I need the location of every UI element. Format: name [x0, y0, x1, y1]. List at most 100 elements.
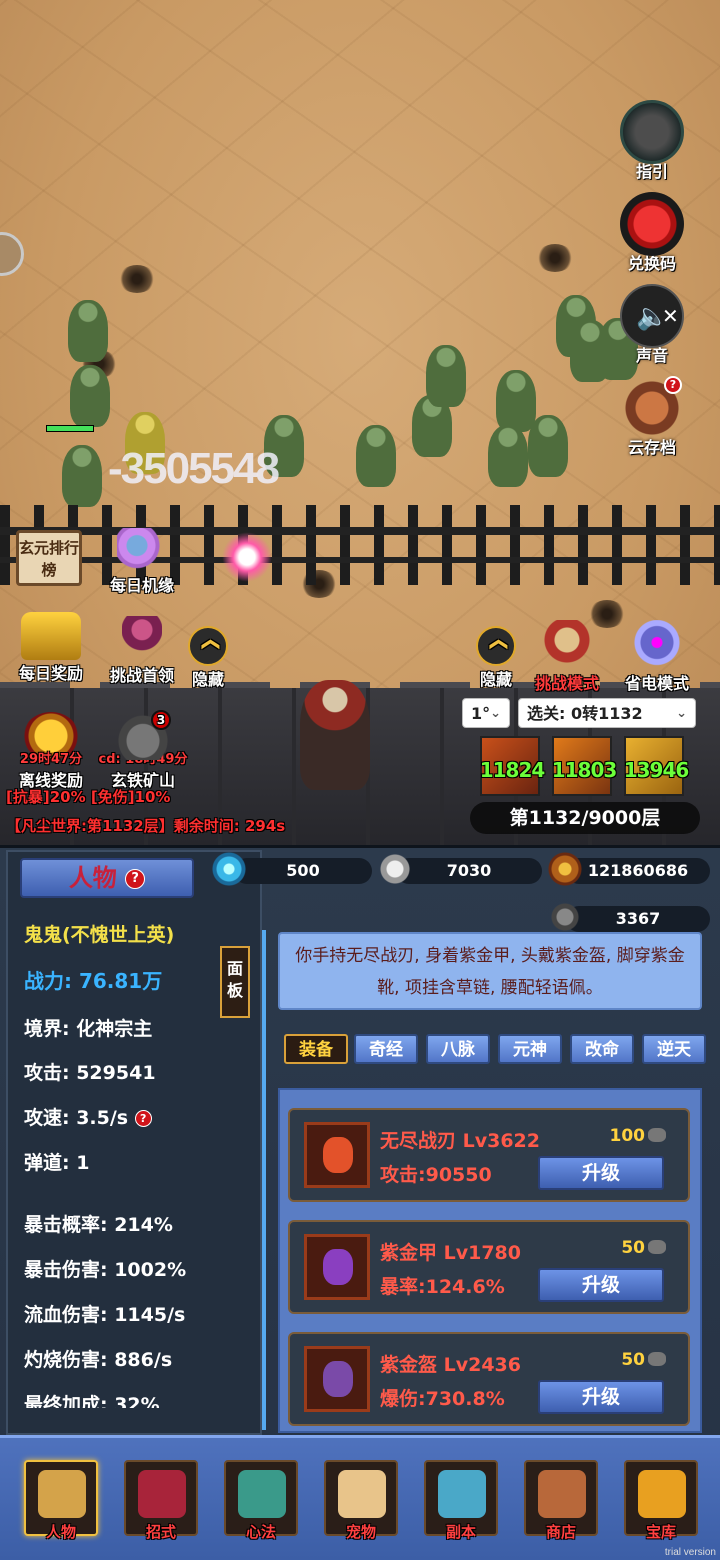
- enemy-soldier: [356, 425, 396, 487]
- watermark: trial version: [664, 1547, 716, 1558]
- tab-soul[interactable]: 元神: [498, 1034, 562, 1064]
- ranking-label: 玄元排行榜: [19, 539, 80, 579]
- gift-box-icon: [620, 192, 684, 256]
- cloud-save-button[interactable]: ? 云存档: [612, 376, 692, 458]
- hide-left-label: 隐藏: [191, 670, 224, 689]
- challenge-boss-button[interactable]: 挑战首领: [100, 616, 184, 686]
- enemy-soldier: [528, 415, 568, 477]
- challenge-boss-label: 挑战首领: [109, 666, 174, 685]
- column-divider: [262, 930, 266, 1430]
- panel-toggle-button[interactable]: 面板: [220, 946, 250, 1018]
- mine-count-badge: 3: [151, 710, 171, 730]
- rooster-icon: [117, 528, 167, 572]
- help-question-icon[interactable]: ?: [125, 869, 146, 889]
- nav-character[interactable]: 人物: [24, 1460, 98, 1541]
- power-save-mode-button[interactable]: 省电模式: [614, 620, 700, 694]
- mine-button[interactable]: 3 cd: 18时49分 玄铁矿山: [98, 710, 188, 791]
- chevron-down-icon: ⌄: [676, 706, 687, 721]
- nav-dungeon[interactable]: 副本: [424, 1460, 498, 1541]
- buff-line: [抗暴]20% [免伤]10%: [6, 788, 171, 806]
- speaker-muted-icon: 🔈 ✕: [620, 284, 684, 348]
- dungeon-island-icon: [438, 1470, 486, 1518]
- upgrade-cost: 50: [621, 1238, 666, 1258]
- panel-tag-label: 面板: [226, 959, 243, 1000]
- equipment-item: 紫金盔 Lv2436 爆伤:730.8% 50 升级: [288, 1332, 690, 1426]
- treasure-coin-icon: [638, 1470, 686, 1518]
- skill-slot-3[interactable]: 13946: [624, 736, 689, 796]
- nav-mind-method[interactable]: 心法: [224, 1460, 298, 1541]
- demon-boss-icon: [122, 616, 162, 662]
- upgrade-cost: 50: [621, 1350, 666, 1370]
- sound-toggle-button[interactable]: 🔈 ✕ 声音: [612, 284, 692, 366]
- skill-cooldown: 13946: [623, 758, 690, 782]
- spirit-resource: 500: [234, 858, 372, 884]
- ranking-board-button[interactable]: 玄元排行榜: [16, 530, 82, 586]
- hide-left-button[interactable]: 隐藏: [184, 626, 232, 690]
- speed-select-value: 1°: [471, 704, 491, 723]
- help-question-icon[interactable]: ?: [134, 1110, 152, 1127]
- nav-skills[interactable]: 招式: [124, 1460, 198, 1541]
- offline-reward-button[interactable]: 29时47分 离线奖励: [10, 712, 92, 791]
- skill-slot-1[interactable]: 11824: [480, 736, 545, 796]
- nav-shop[interactable]: 商店: [524, 1460, 598, 1541]
- nav-label: 副本: [445, 1523, 476, 1541]
- daily-chance-button[interactable]: 每日机缘: [100, 528, 184, 596]
- nav-pet[interactable]: 宠物: [324, 1460, 398, 1541]
- character-tab-label: 人物: [68, 864, 117, 892]
- guide-button[interactable]: 指引: [612, 100, 692, 182]
- equipment-name: 无尽战刃 Lv3622: [380, 1130, 540, 1152]
- scroll-chest-icon: ?: [620, 376, 684, 440]
- treasure-chest-icon: [21, 612, 81, 660]
- attack-spark: [222, 532, 272, 582]
- daily-reward-button[interactable]: 每日奖励: [10, 612, 92, 684]
- power-save-label: 省电模式: [624, 674, 689, 693]
- ore-icon: [648, 1240, 666, 1254]
- tab-defy-heaven[interactable]: 逆天: [642, 1034, 706, 1064]
- war-drum-icon: [539, 620, 595, 670]
- bleed-damage-stat: 流血伤害: 1145/s: [24, 1304, 186, 1326]
- upgrade-button[interactable]: 升级: [538, 1268, 664, 1302]
- burn-damage-stat: 灼烧伤害: 886/s: [24, 1349, 173, 1371]
- skill-cooldown: 11824: [479, 758, 546, 782]
- challenge-mode-button[interactable]: 挑战模式: [526, 620, 608, 694]
- challenge-mode-label: 挑战模式: [534, 674, 599, 693]
- collapse-arrow-icon: [476, 626, 516, 666]
- tab-meridian[interactable]: 奇经: [354, 1034, 418, 1064]
- attack-speed-row: 攻速: 3.5/s ?: [24, 1103, 152, 1130]
- equipment-stat: 暴率:124.6%: [380, 1276, 505, 1298]
- skill-slot-2[interactable]: 11803: [552, 736, 617, 796]
- ore-icon: [648, 1352, 666, 1366]
- equipment-name: 紫金盔 Lv2436: [380, 1354, 521, 1376]
- character-tab[interactable]: 人物 ?: [20, 858, 194, 898]
- tab-eight-channels[interactable]: 八脉: [426, 1034, 490, 1064]
- floor-progress: 第1132/9000层: [470, 802, 700, 834]
- redeem-code-button[interactable]: 兑换码: [612, 192, 692, 274]
- tab-equipment[interactable]: 装备: [284, 1034, 348, 1064]
- offline-timer: 29时47分: [19, 752, 83, 767]
- method-book-icon: [238, 1470, 286, 1518]
- hide-right-button[interactable]: 隐藏: [472, 626, 520, 690]
- ore-icon: [648, 1128, 666, 1142]
- nav-treasury[interactable]: 宝库: [624, 1460, 698, 1541]
- world-timer-line: 【凡尘世界:第1132层】剩余时间: 294s: [6, 817, 286, 835]
- skill-cooldown: 11803: [551, 758, 618, 782]
- character-name: 鬼鬼(不愧世上英): [24, 924, 175, 946]
- shop-chest-icon: [538, 1470, 586, 1518]
- ore-rock-icon: 3: [115, 710, 171, 760]
- tab-fate[interactable]: 改命: [570, 1034, 634, 1064]
- crit-damage-stat: 暴击伤害: 1002%: [24, 1259, 187, 1281]
- nav-label: 宠物: [345, 1523, 376, 1541]
- crit-rate-stat: 暴击概率: 214%: [24, 1214, 173, 1236]
- equipment-name: 紫金甲 Lv1780: [380, 1242, 521, 1264]
- speed-select[interactable]: 1° ⌄: [462, 698, 510, 728]
- equipment-description: 你手持无尽战刃, 身着紫金甲, 头戴紫金盔, 脚穿紫金靴, 项挂含草链, 腰配轻…: [278, 932, 702, 1010]
- attack-stat: 攻击: 529541: [24, 1062, 156, 1084]
- realm-stat: 境界: 化神宗主: [24, 1018, 153, 1040]
- nav-label: 心法: [245, 1523, 276, 1541]
- upgrade-button[interactable]: 升级: [538, 1156, 664, 1190]
- magic-orb-icon: [629, 620, 685, 670]
- nav-label: 商店: [545, 1523, 576, 1541]
- upgrade-button[interactable]: 升级: [538, 1380, 664, 1414]
- stage-select[interactable]: 选关: 0转1132 ⌄: [518, 698, 696, 728]
- axe-icon: [620, 100, 684, 164]
